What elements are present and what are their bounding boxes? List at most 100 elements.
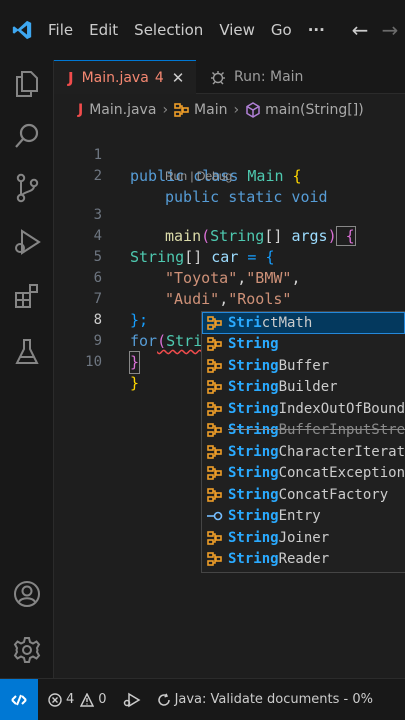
suggestion-rest: Joiner bbox=[278, 529, 330, 546]
suggestion-label: StringConcatFactory bbox=[228, 487, 388, 503]
suggestion-label: StringReader bbox=[228, 551, 329, 567]
debug-launch-icon[interactable] bbox=[123, 692, 141, 708]
go-back-icon[interactable]: ← bbox=[345, 18, 375, 42]
suggestion-label: StringConcatException bbox=[228, 465, 405, 481]
go-forward-icon[interactable]: → bbox=[375, 18, 405, 42]
suggestion-match: String bbox=[228, 529, 279, 546]
class-symbol-icon bbox=[206, 401, 224, 417]
suggestion-item[interactable]: StringConcatException bbox=[202, 463, 405, 485]
suggestion-label: StringBuilder bbox=[228, 379, 338, 395]
suggestion-item[interactable]: StringReader bbox=[202, 549, 405, 571]
menu-go[interactable]: Go bbox=[263, 0, 300, 60]
suggestion-label: StringBuffer bbox=[228, 358, 329, 374]
breadcrumb: J Main.java › Main › main(String[]) bbox=[54, 96, 405, 124]
java-status[interactable]: Java: Validate documents - 0% bbox=[157, 692, 373, 707]
suggestion-match: String bbox=[228, 336, 279, 353]
tab-main-java[interactable]: J Main.java 4 ✕ bbox=[54, 60, 196, 94]
suggestion-match: String bbox=[228, 465, 279, 482]
suggestion-label: StrictMath bbox=[228, 315, 312, 331]
suggestion-label: StringBufferInputStre bbox=[228, 422, 405, 438]
tab-label: Run: Main bbox=[234, 69, 304, 85]
class-symbol-icon bbox=[206, 465, 224, 481]
tab-problem-count: 4 bbox=[154, 69, 164, 86]
menu-view[interactable]: View bbox=[211, 0, 263, 60]
debug-gear-icon bbox=[210, 69, 226, 85]
run-debug-icon[interactable] bbox=[9, 224, 45, 260]
codelens-run-debug[interactable]: Run | Debug bbox=[165, 167, 232, 185]
breadcrumb-file[interactable]: Main.java bbox=[89, 102, 156, 118]
problems-status[interactable]: 4 0 bbox=[48, 692, 107, 707]
menu-selection[interactable]: Selection bbox=[126, 0, 211, 60]
source-control-icon[interactable] bbox=[9, 170, 45, 206]
tab-run-main[interactable]: Run: Main bbox=[198, 60, 303, 94]
editor-tab-bar: J Main.java 4 ✕ Run: Main bbox=[54, 60, 405, 94]
suggestion-item[interactable]: StringCharacterIterat bbox=[202, 441, 405, 463]
class-symbol-icon bbox=[174, 103, 190, 117]
menu-more[interactable]: ··· bbox=[300, 0, 333, 60]
suggestion-match: String bbox=[228, 357, 279, 374]
suggestion-rest: CharacterIterat bbox=[278, 443, 405, 460]
suggestion-match: String bbox=[228, 379, 279, 396]
interface-symbol-icon bbox=[206, 508, 224, 524]
suggestion-rest: ctMath bbox=[261, 314, 313, 331]
line-number: 10 bbox=[85, 354, 102, 370]
class-symbol-icon bbox=[206, 551, 224, 567]
class-symbol-icon bbox=[206, 444, 224, 460]
settings-gear-icon[interactable] bbox=[9, 632, 45, 668]
search-icon[interactable] bbox=[9, 118, 45, 154]
chevron-right-icon: › bbox=[162, 102, 169, 118]
class-symbol-icon bbox=[206, 336, 224, 352]
explorer-icon[interactable] bbox=[9, 66, 45, 102]
suggestion-item[interactable]: StringEntry bbox=[202, 506, 405, 528]
suggestion-label: String bbox=[228, 336, 279, 352]
suggestion-item[interactable]: StringBufferInputStre bbox=[202, 420, 405, 442]
suggestion-label: StringEntry bbox=[228, 508, 321, 524]
java-file-icon: J bbox=[68, 68, 74, 87]
class-symbol-icon bbox=[206, 530, 224, 546]
warning-count: 0 bbox=[98, 692, 107, 707]
suggestion-match: String bbox=[228, 508, 279, 525]
menu-edit[interactable]: Edit bbox=[81, 0, 126, 60]
suggestion-item[interactable]: StringBuffer bbox=[202, 355, 405, 377]
breadcrumb-method[interactable]: main(String[]) bbox=[265, 102, 364, 118]
suggestion-rest: Reader bbox=[278, 551, 330, 568]
extensions-icon[interactable] bbox=[9, 278, 45, 314]
java-status-text: Java: Validate documents - 0% bbox=[174, 692, 373, 707]
suggestion-label: StringCharacterIterat bbox=[228, 444, 405, 460]
class-symbol-icon bbox=[206, 358, 224, 374]
suggestion-rest: IndexOutOfBounds bbox=[278, 400, 405, 417]
suggestion-item[interactable]: StringConcatFactory bbox=[202, 484, 405, 506]
code-line: } bbox=[128, 351, 141, 374]
suggestion-item[interactable]: StringBuilder bbox=[202, 377, 405, 399]
menu-file[interactable]: File bbox=[40, 0, 81, 60]
activity-bar bbox=[0, 60, 54, 678]
title-bar: File Edit Selection View Go ··· ← → bbox=[0, 0, 405, 60]
suggestion-label: StringIndexOutOfBounds bbox=[228, 401, 405, 417]
suggestion-item[interactable]: StringJoiner bbox=[202, 527, 405, 549]
testing-icon[interactable] bbox=[9, 334, 45, 370]
java-file-icon: J bbox=[78, 102, 84, 118]
suggestion-rest: Buffer bbox=[278, 357, 330, 374]
suggestion-match: String bbox=[228, 551, 279, 568]
suggestion-rest: BufferInputStre bbox=[278, 422, 405, 439]
suggestion-item[interactable]: StringIndexOutOfBounds bbox=[202, 398, 405, 420]
suggestion-match: String bbox=[228, 486, 279, 503]
suggestion-match: Stri bbox=[228, 314, 262, 331]
error-count: 4 bbox=[66, 692, 75, 707]
suggestion-match: String bbox=[228, 443, 279, 460]
suggestion-rest: ConcatFactory bbox=[278, 486, 389, 503]
menu-bar: File Edit Selection View Go ··· bbox=[40, 0, 333, 60]
class-symbol-icon bbox=[206, 487, 224, 503]
suggestion-item[interactable]: StrictMath bbox=[202, 312, 405, 334]
breadcrumb-class[interactable]: Main bbox=[194, 102, 227, 118]
suggestion-label: StringJoiner bbox=[228, 530, 329, 546]
suggestion-match: String bbox=[228, 422, 279, 439]
remote-indicator-icon[interactable] bbox=[0, 678, 38, 720]
close-icon[interactable]: ✕ bbox=[172, 69, 185, 87]
suggestion-item[interactable]: String bbox=[202, 334, 405, 356]
class-symbol-icon bbox=[206, 379, 224, 395]
vscode-logo-icon bbox=[4, 12, 40, 48]
accounts-icon[interactable] bbox=[9, 576, 45, 612]
sync-icon bbox=[157, 692, 170, 706]
autocomplete-suggestions: StrictMath String StringBuffer StringBuilde… bbox=[201, 311, 405, 573]
